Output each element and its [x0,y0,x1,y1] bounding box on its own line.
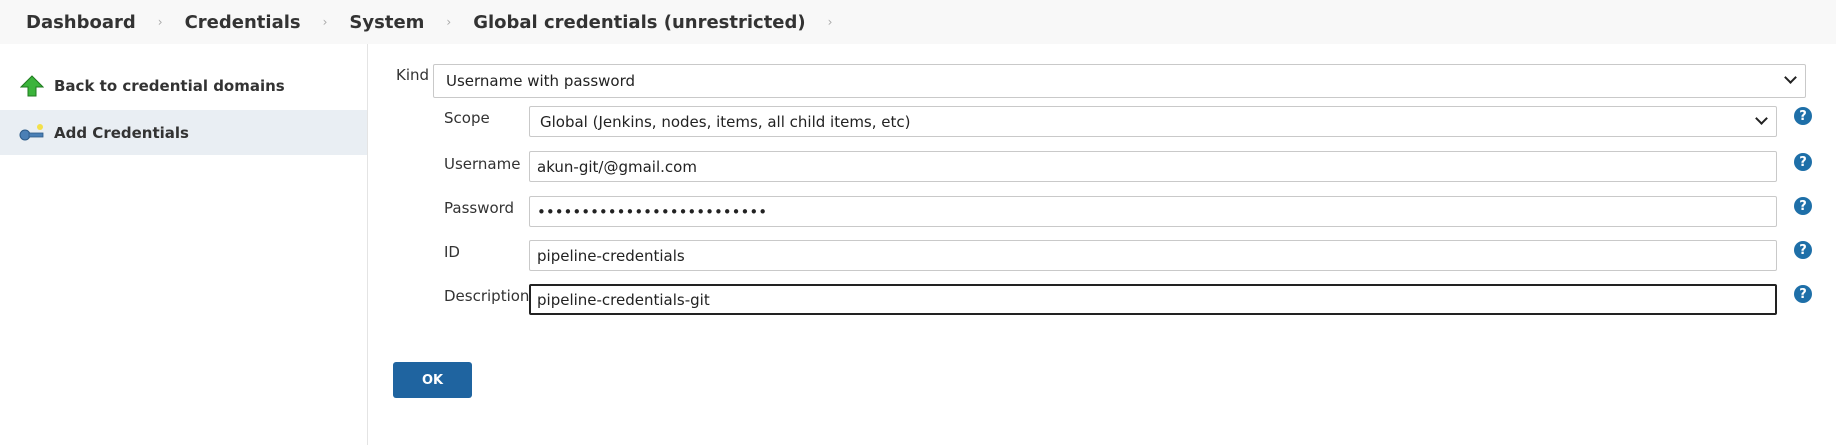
sidebar-item-back-to-credential-domains[interactable]: Back to credential domains [0,63,367,108]
username-field[interactable]: akun-git/@gmail.com [529,151,1777,182]
kind-label: Kind [396,66,430,84]
breadcrumb: Dashboard › Credentials › System › Globa… [0,0,1836,44]
scope-select-value: Global (Jenkins, nodes, items, all child… [540,112,911,131]
description-help-icon[interactable]: ? [1794,285,1812,303]
password-help-icon[interactable]: ? [1794,197,1812,215]
kind-select[interactable]: Username with password [433,64,1806,98]
id-field[interactable]: pipeline-credentials [529,240,1777,271]
password-value: •••••••••••••••••••••••••• [537,202,768,221]
ok-button[interactable]: OK [393,362,472,398]
breadcrumb-global-credentials[interactable]: Global credentials (unrestricted) [473,12,805,33]
breadcrumb-credentials[interactable]: Credentials [185,12,301,33]
password-label: Password [444,199,515,217]
id-label: ID [444,243,460,261]
scope-select[interactable]: Global (Jenkins, nodes, items, all child… [529,106,1777,137]
up-arrow-icon [18,72,46,100]
sidebar-item-label: Back to credential domains [54,76,285,95]
kind-select-value: Username with password [446,72,636,90]
sidebar: Back to credential domains Add Credentia… [0,44,368,445]
username-label: Username [444,155,521,173]
sidebar-item-label: Add Credentials [54,123,189,142]
credentials-form: Kind Username with password Scope Global… [369,44,1836,445]
description-field[interactable]: pipeline-credentials-git [529,284,1777,315]
username-value: akun-git/@gmail.com [537,157,697,176]
chevron-down-icon [1755,112,1768,125]
chevron-down-icon [1784,71,1797,84]
id-help-icon[interactable]: ? [1794,241,1812,259]
breadcrumb-separator-icon[interactable]: › [828,15,833,29]
username-help-icon[interactable]: ? [1794,153,1812,171]
scope-label: Scope [444,109,490,127]
password-field[interactable]: •••••••••••••••••••••••••• [529,196,1777,227]
key-icon [18,119,46,147]
id-value: pipeline-credentials [537,246,685,265]
breadcrumb-separator-icon[interactable]: › [446,15,451,29]
breadcrumb-dashboard[interactable]: Dashboard [26,12,136,33]
breadcrumb-separator-icon[interactable]: › [323,15,328,29]
breadcrumb-system[interactable]: System [349,12,424,33]
sidebar-item-add-credentials[interactable]: Add Credentials [0,110,367,155]
description-value: pipeline-credentials-git [537,290,710,309]
breadcrumb-separator-icon[interactable]: › [158,15,163,29]
scope-help-icon[interactable]: ? [1794,107,1812,125]
description-label: Description [444,287,530,305]
